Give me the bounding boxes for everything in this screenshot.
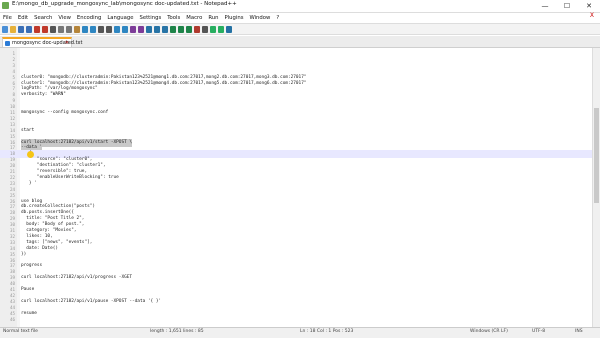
tab-label: mongosync doc-updated.txt: [12, 40, 83, 46]
sync-horizontal-icon[interactable]: [138, 25, 144, 33]
run-macro-multiple-icon[interactable]: [218, 25, 224, 33]
menu-settings[interactable]: Settings: [136, 13, 164, 23]
language-icon[interactable]: [170, 25, 176, 33]
file-icon: [5, 41, 10, 46]
tab-bar: mongosync doc-updated.txt ✕: [0, 36, 600, 48]
save-macro-icon[interactable]: [226, 25, 232, 33]
notepad-app-icon: [2, 2, 9, 9]
menu-plugins[interactable]: Plugins: [221, 13, 246, 23]
close-document-icon[interactable]: X: [590, 12, 594, 19]
record-macro-icon[interactable]: [194, 25, 200, 33]
menu-encoding[interactable]: Encoding: [74, 13, 104, 23]
find-icon[interactable]: [98, 25, 104, 33]
function-list-icon[interactable]: [186, 25, 192, 33]
replace-icon[interactable]: [106, 25, 112, 33]
close-file-icon[interactable]: [34, 25, 40, 33]
line-number: 46: [9, 316, 15, 322]
status-encoding: UTF-8: [532, 329, 546, 334]
tab-mongosync-doc[interactable]: mongosync doc-updated.txt ✕: [2, 37, 82, 47]
window-title: E:\mongo_db_upgrade_mongosync_lab\mongos…: [12, 1, 237, 7]
new-file-icon[interactable]: [2, 25, 8, 33]
close-button[interactable]: ✕: [578, 0, 600, 12]
cut-icon[interactable]: [58, 25, 64, 33]
status-length: length : 1,651 lines : 85: [150, 329, 204, 334]
sync-vertical-icon[interactable]: [130, 25, 136, 33]
status-eol: Windows (CR LF): [470, 329, 508, 334]
editor-line[interactable]: 46: [0, 316, 600, 324]
paste-icon[interactable]: [74, 25, 80, 33]
zoom-out-icon[interactable]: [122, 25, 128, 33]
copy-icon[interactable]: [66, 25, 72, 33]
menu-macro[interactable]: Macro: [183, 13, 205, 23]
print-icon[interactable]: [50, 25, 56, 33]
minimize-button[interactable]: —: [534, 0, 556, 12]
status-bar: Normal text file length : 1,651 lines : …: [0, 327, 600, 338]
save-icon[interactable]: [18, 25, 24, 33]
menu-help[interactable]: ?: [273, 13, 282, 23]
stop-macro-icon[interactable]: [202, 25, 208, 33]
window-controls: — ☐ ✕: [534, 0, 600, 12]
title-bar[interactable]: E:\mongo_db_upgrade_mongosync_lab\mongos…: [0, 0, 600, 13]
toolbar: [0, 23, 600, 35]
play-macro-icon[interactable]: [210, 25, 216, 33]
menu-tools[interactable]: Tools: [164, 13, 183, 23]
show-all-chars-icon[interactable]: [154, 25, 160, 33]
word-wrap-icon[interactable]: [146, 25, 152, 33]
status-file-type: Normal text file: [3, 329, 38, 334]
scrollbar-thumb[interactable]: [594, 108, 599, 203]
close-all-icon[interactable]: [42, 25, 48, 33]
menu-language[interactable]: Language: [104, 13, 136, 23]
indent-guide-icon[interactable]: [162, 25, 168, 33]
menu-search[interactable]: Search: [31, 13, 55, 23]
open-file-icon[interactable]: [10, 25, 16, 33]
tab-close-icon[interactable]: ✕: [65, 40, 69, 46]
zoom-in-icon[interactable]: [114, 25, 120, 33]
doc-map-icon[interactable]: [178, 25, 184, 33]
status-position: Ln : 18 Col : 1 Pos : 523: [300, 329, 354, 334]
menu-file[interactable]: File: [0, 13, 15, 23]
menu-run[interactable]: Run: [205, 13, 221, 23]
save-all-icon[interactable]: [26, 25, 32, 33]
text-editor[interactable]: 1 2 3 4 5 cluster0: "mongodb://clusteradmin:P…: [0, 48, 600, 327]
undo-icon[interactable]: [82, 25, 88, 33]
vertical-scrollbar[interactable]: [592, 48, 600, 327]
menu-view[interactable]: View: [55, 13, 74, 23]
redo-icon[interactable]: [90, 25, 96, 33]
menu-bar: File Edit Search View Encoding Language …: [0, 13, 600, 23]
menu-edit[interactable]: Edit: [15, 13, 31, 23]
notepad-window: E:\mongo_db_upgrade_mongosync_lab\mongos…: [0, 0, 600, 338]
maximize-button[interactable]: ☐: [556, 0, 578, 12]
status-mode: INS: [575, 329, 583, 334]
menu-window[interactable]: Window: [246, 13, 273, 23]
